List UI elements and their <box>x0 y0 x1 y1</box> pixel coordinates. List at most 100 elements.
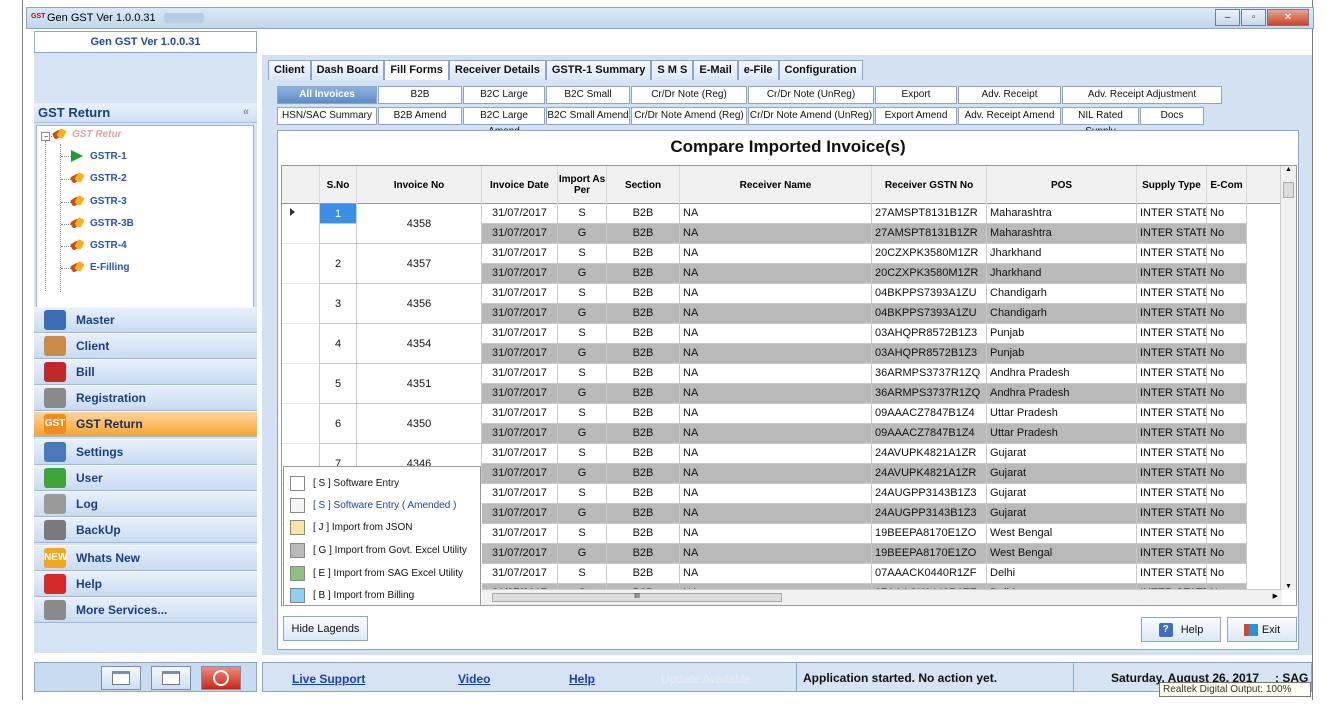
collapse-icon[interactable]: « <box>243 103 249 122</box>
subtab-b2c-small[interactable]: B2C Small <box>546 86 630 104</box>
sno-cell[interactable]: 2 <box>320 244 357 284</box>
tree-item-gstr-3[interactable]: GSTR-3 <box>71 196 127 207</box>
invoice-date-cell[interactable]: 31/07/2017 <box>482 204 558 224</box>
sno-cell[interactable]: 6 <box>320 404 357 444</box>
subtab-export-amend[interactable]: Export Amend <box>875 107 957 125</box>
subtab-nil-rated-supply[interactable]: NIL Rated Supply <box>1062 107 1139 137</box>
nav-item-master[interactable]: Master <box>34 307 257 333</box>
receiver-name-cell[interactable]: NA <box>680 284 872 304</box>
nav-item-bill[interactable]: Bill <box>34 359 257 385</box>
e-com-cell[interactable]: No <box>1207 424 1247 444</box>
tree-item-gstr-3b[interactable]: GSTR-3B <box>71 218 134 229</box>
import-as-per-cell[interactable]: S <box>558 284 607 304</box>
help-link[interactable]: Help <box>569 672 595 686</box>
receiver-gstn-cell[interactable]: 24AUGPP3143B1Z3 <box>872 504 987 524</box>
video-link[interactable]: Video <box>458 672 490 686</box>
horizontal-scroll-thumb[interactable]: III <box>492 593 782 602</box>
receiver-gstn-cell[interactable]: 24AVUPK4821A1ZR <box>872 444 987 464</box>
invoice-date-cell[interactable]: 31/07/2017 <box>482 544 558 564</box>
supply-type-cell[interactable]: INTER STATE <box>1137 484 1207 504</box>
col-header-receiver-name[interactable]: Receiver Name <box>680 166 872 204</box>
section-cell[interactable]: B2B <box>607 304 680 324</box>
invoice-date-cell[interactable]: 31/07/2017 <box>482 304 558 324</box>
row-header[interactable] <box>282 324 320 364</box>
invoice-no-cell[interactable]: 4354 <box>357 324 482 364</box>
e-com-cell[interactable]: No <box>1207 484 1247 504</box>
sno-cell-lower[interactable] <box>320 224 357 244</box>
section-cell[interactable]: B2B <box>607 504 680 524</box>
e-com-cell[interactable]: No <box>1207 284 1247 304</box>
invoice-date-cell[interactable]: 31/07/2017 <box>482 244 558 264</box>
pos-cell[interactable]: Punjab <box>987 344 1137 364</box>
section-cell[interactable]: B2B <box>607 324 680 344</box>
subtab-docs[interactable]: Docs <box>1140 107 1204 125</box>
receiver-name-cell[interactable]: NA <box>680 244 872 264</box>
receiver-name-cell[interactable]: NA <box>680 204 872 224</box>
invoice-date-cell[interactable]: 31/07/2017 <box>482 504 558 524</box>
invoice-no-cell[interactable]: 4351 <box>357 364 482 404</box>
supply-type-cell[interactable]: INTER STATE <box>1137 324 1207 344</box>
receiver-name-cell[interactable]: NA <box>680 404 872 424</box>
pos-cell[interactable]: Jharkhand <box>987 264 1137 284</box>
import-as-per-cell[interactable]: G <box>558 224 607 244</box>
invoice-no-cell[interactable]: 4357 <box>357 244 482 284</box>
receiver-gstn-cell[interactable]: 27AMSPT8131B1ZR <box>872 204 987 224</box>
pos-cell[interactable]: Jharkhand <box>987 244 1137 264</box>
import-as-per-cell[interactable]: G <box>558 504 607 524</box>
section-cell[interactable]: B2B <box>607 464 680 484</box>
sno-cell[interactable]: 5 <box>320 364 357 404</box>
e-com-cell[interactable]: No <box>1207 564 1247 584</box>
invoice-date-cell[interactable]: 31/07/2017 <box>482 344 558 364</box>
sno-cell[interactable]: 1 <box>320 204 357 224</box>
import-as-per-cell[interactable]: S <box>558 444 607 464</box>
scroll-up-icon[interactable]: ▲ <box>1281 166 1296 173</box>
subtab-adv-receipt[interactable]: Adv. Receipt <box>958 86 1061 104</box>
scroll-right-icon[interactable]: ▶ <box>1273 592 1278 600</box>
col-header-supply-type[interactable]: Supply Type <box>1137 166 1207 204</box>
pos-cell[interactable]: Gujarat <box>987 464 1137 484</box>
col-header-section[interactable]: Section <box>607 166 680 204</box>
nav-item-backup[interactable]: BackUp <box>34 517 257 543</box>
receiver-name-cell[interactable]: NA <box>680 524 872 544</box>
col-header-invoice-no[interactable]: Invoice No <box>357 166 482 204</box>
section-cell[interactable]: B2B <box>607 424 680 444</box>
invoice-date-cell[interactable]: 31/07/2017 <box>482 284 558 304</box>
e-com-cell[interactable]: No <box>1207 504 1247 524</box>
supply-type-cell[interactable]: INTER STATE <box>1137 464 1207 484</box>
nav-item-more-services[interactable]: More Services... <box>34 597 257 623</box>
tab-client[interactable]: Client <box>268 60 311 80</box>
import-as-per-cell[interactable]: G <box>558 424 607 444</box>
vertical-scrollbar[interactable]: ▲ ▼ <box>1280 166 1296 590</box>
receiver-gstn-cell[interactable]: 04BKPPS7393A1ZU <box>872 284 987 304</box>
subtab-cr-dr-note-amend-reg[interactable]: Cr/Dr Note Amend (Reg) <box>631 107 747 125</box>
receiver-name-cell[interactable]: NA <box>680 324 872 344</box>
tree-item-e-filling[interactable]: E-Filling <box>71 262 129 273</box>
tab-fill-forms[interactable]: Fill Forms <box>384 60 449 80</box>
import-as-per-cell[interactable]: G <box>558 304 607 324</box>
invoice-date-cell[interactable]: 31/07/2017 <box>482 424 558 444</box>
subtab-b2c-large[interactable]: B2C Large <box>463 86 545 104</box>
pos-cell[interactable]: Gujarat <box>987 444 1137 464</box>
hide-legends-button[interactable]: Hide Lagends <box>283 616 368 641</box>
supply-type-cell[interactable]: INTER STATE <box>1137 564 1207 584</box>
power-button[interactable] <box>201 666 241 690</box>
nav-item-help[interactable]: Help <box>34 571 257 597</box>
subtab-cr-dr-note-amend-unreg[interactable]: Cr/Dr Note Amend (UnReg) <box>748 107 874 125</box>
e-com-cell[interactable]: No <box>1207 464 1247 484</box>
supply-type-cell[interactable]: INTER STATE <box>1137 344 1207 364</box>
receiver-name-cell[interactable]: NA <box>680 464 872 484</box>
e-com-cell[interactable]: No <box>1207 404 1247 424</box>
section-cell[interactable]: B2B <box>607 524 680 544</box>
section-cell[interactable]: B2B <box>607 544 680 564</box>
receiver-name-cell[interactable]: NA <box>680 304 872 324</box>
receiver-name-cell[interactable]: NA <box>680 264 872 284</box>
maximize-button[interactable]: ▫ <box>1241 9 1266 26</box>
tab-receiver-details[interactable]: Receiver Details <box>448 60 546 80</box>
subtab-hsn-sac-summary[interactable]: HSN/SAC Summary <box>277 107 377 125</box>
receiver-gstn-cell[interactable]: 03AHQPR8572B1Z3 <box>872 344 987 364</box>
supply-type-cell[interactable]: INTER STATE <box>1137 504 1207 524</box>
subtab-b2c-large-amend[interactable]: B2C Large Amend <box>463 107 545 137</box>
pos-cell[interactable]: Punjab <box>987 324 1137 344</box>
pos-cell[interactable]: Uttar Pradesh <box>987 404 1137 424</box>
tree-item-gstr-2[interactable]: GSTR-2 <box>71 173 127 184</box>
